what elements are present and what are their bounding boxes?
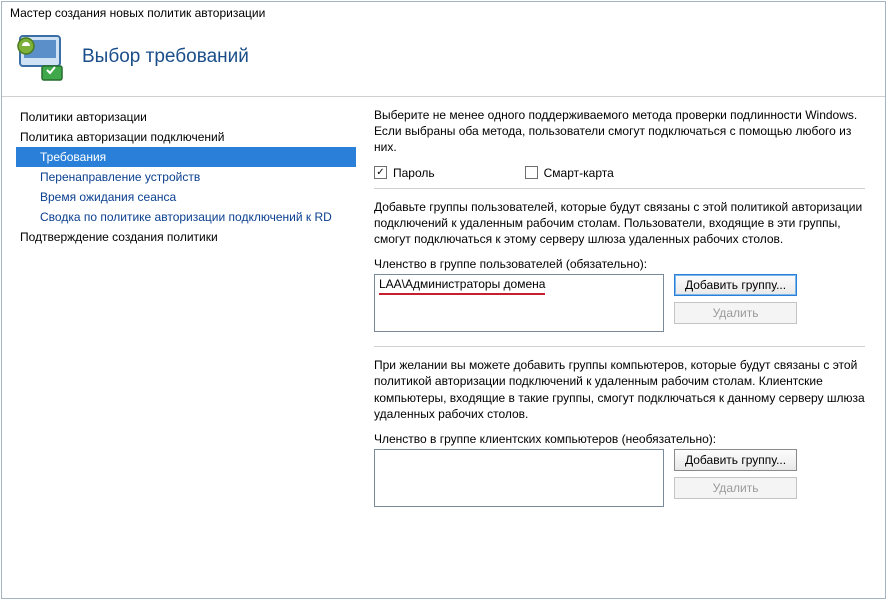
checkbox-password-label: Пароль: [393, 166, 435, 180]
wizard-header: Выбор требований: [2, 22, 885, 97]
nav-item-cap-summary[interactable]: Сводка по политике авторизации подключен…: [16, 207, 356, 227]
nav-item-requirements[interactable]: Требования: [16, 147, 356, 167]
list-item[interactable]: LAA\Администраторы домена: [379, 277, 545, 295]
computers-group-listbox[interactable]: [374, 449, 664, 507]
add-computer-group-button[interactable]: Добавить группу...: [674, 449, 797, 471]
add-user-group-button[interactable]: Добавить группу...: [674, 274, 797, 296]
content-pane: Выберите не менее одного поддерживаемого…: [374, 107, 871, 584]
nav-item-cap[interactable]: Политика авторизации подключений: [16, 127, 356, 147]
nav-item-device-redirect[interactable]: Перенаправление устройств: [16, 167, 356, 187]
wizard-nav: Политики авторизации Политика авторизаци…: [16, 107, 356, 584]
computers-section-text: При желании вы можете добавить группы ко…: [374, 357, 865, 422]
check-icon: ✓: [374, 166, 387, 179]
checkbox-smartcard-label: Смарт-карта: [544, 166, 614, 180]
divider: [374, 188, 865, 189]
nav-item-auth-policies[interactable]: Политики авторизации: [16, 107, 356, 127]
computers-group-label: Членство в группе клиентских компьютеров…: [374, 432, 865, 446]
window-title: Мастер создания новых политик авторизаци…: [2, 2, 885, 22]
page-title: Выбор требований: [82, 46, 249, 68]
nav-item-session-timeout[interactable]: Время ожидания сеанса: [16, 187, 356, 207]
checkbox-smartcard[interactable]: Смарт-карта: [525, 166, 614, 180]
checkbox-password[interactable]: ✓ Пароль: [374, 166, 435, 180]
nav-item-confirm[interactable]: Подтверждение создания политики: [16, 227, 356, 247]
remove-computer-group-button: Удалить: [674, 477, 797, 499]
intro-text: Выберите не менее одного поддерживаемого…: [374, 107, 865, 156]
wizard-icon: [14, 30, 68, 84]
users-group-label: Членство в группе пользователей (обязате…: [374, 257, 865, 271]
users-group-listbox[interactable]: LAA\Администраторы домена: [374, 274, 664, 332]
remove-user-group-button: Удалить: [674, 302, 797, 324]
check-empty-icon: [525, 166, 538, 179]
divider: [374, 346, 865, 347]
users-section-text: Добавьте группы пользователей, которые б…: [374, 199, 865, 248]
